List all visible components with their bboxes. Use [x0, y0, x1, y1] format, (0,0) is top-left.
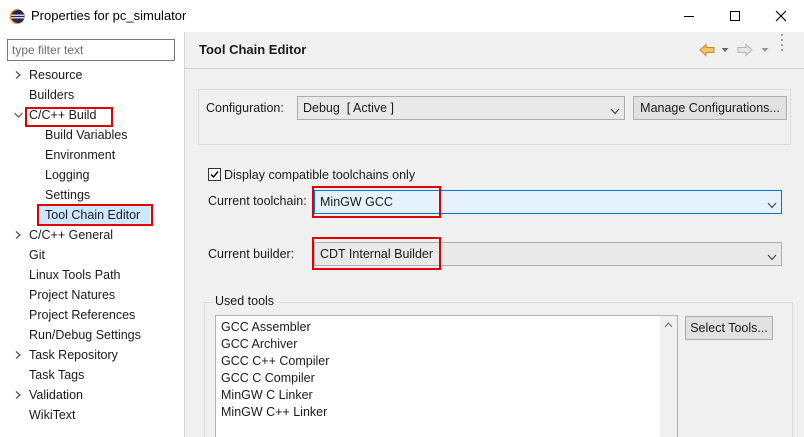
chevron-down-icon[interactable] [13, 105, 23, 125]
minimize-icon [684, 16, 694, 17]
tree-item-label: Settings [45, 188, 91, 202]
list-item[interactable]: MinGW C Linker [221, 388, 313, 402]
used-tools-list[interactable]: GCC Assembler GCC Archiver GCC C++ Compi… [215, 315, 678, 437]
tree-item-label: Project Natures [29, 288, 116, 302]
list-item[interactable]: GCC C++ Compiler [221, 354, 329, 368]
tree-item-label: Task Repository [29, 348, 118, 362]
chevron-down-icon [767, 198, 777, 212]
list-item[interactable]: GCC Assembler [221, 320, 311, 334]
maximize-button[interactable] [712, 0, 758, 32]
tree-item-project-references[interactable]: Project References [0, 305, 184, 325]
property-page-navigator: Resource Builders C/C++ Build Build Vari… [0, 32, 184, 437]
tree-item-cpp-general[interactable]: C/C++ General [0, 225, 184, 245]
chevron-right-icon[interactable] [13, 385, 23, 405]
tree-item-label: Build Variables [45, 128, 128, 142]
forward-menu-button[interactable] [761, 41, 769, 59]
used-tools-label: Used tools [212, 294, 278, 308]
chevron-right-icon[interactable] [13, 345, 23, 365]
tree-item-wikitext[interactable]: WikiText [0, 405, 184, 425]
configuration-value: Debug [ Active ] [303, 101, 395, 115]
scroll-up-icon [664, 322, 673, 328]
minimize-button[interactable] [666, 0, 712, 32]
tree-item-label: Resource [29, 68, 83, 82]
tree-item-build-variables[interactable]: Build Variables [0, 125, 184, 145]
header-separator [185, 68, 804, 69]
forward-arrow-icon [737, 43, 753, 57]
tree-item-git[interactable]: Git [0, 245, 184, 265]
chevron-right-icon[interactable] [13, 65, 23, 85]
tree-item-run-debug-settings[interactable]: Run/Debug Settings [0, 325, 184, 345]
tree-item-label: Task Tags [29, 368, 85, 382]
chevron-down-icon [610, 104, 620, 118]
manage-configurations-button[interactable]: Manage Configurations... [633, 96, 787, 120]
tree-item-label: Run/Debug Settings [29, 328, 141, 342]
tree-item-label: Environment [45, 148, 116, 162]
back-button[interactable] [699, 41, 715, 59]
page-title: Tool Chain Editor [199, 42, 307, 57]
eclipse-icon [9, 8, 25, 25]
page-header: Tool Chain Editor [185, 32, 804, 68]
chevron-down-icon [767, 250, 777, 264]
tree-item-settings[interactable]: Settings [0, 185, 184, 205]
tree-item-label: WikiText [29, 408, 76, 422]
display-compatible-checkbox[interactable] [208, 168, 221, 181]
title-bar: Properties for pc_simulator [0, 0, 804, 32]
current-toolchain-label: Current toolchain: [208, 194, 307, 208]
annotation-box-toolchain [312, 186, 441, 218]
forward-button[interactable] [737, 41, 753, 59]
list-item[interactable]: MinGW C++ Linker [221, 405, 327, 419]
list-item[interactable]: GCC C Compiler [221, 371, 315, 385]
tree-item-validation[interactable]: Validation [0, 385, 184, 405]
tree-item-label: Logging [45, 168, 90, 182]
annotation-box-cpp-build [25, 107, 113, 127]
tree-item-linux-tools-path[interactable]: Linux Tools Path [0, 265, 184, 285]
window-title: Properties for pc_simulator [31, 8, 187, 23]
tree-item-task-repository[interactable]: Task Repository [0, 345, 184, 365]
tree-item-task-tags[interactable]: Task Tags [0, 365, 184, 385]
configuration-label: Configuration: [206, 101, 284, 115]
tree-item-resource[interactable]: Resource [0, 65, 184, 85]
property-page: Tool Chain Editor Configuration: Debug [… [185, 32, 804, 437]
tree-item-logging[interactable]: Logging [0, 165, 184, 185]
tree-item-label: Builders [29, 88, 75, 102]
chevron-down-icon [721, 48, 729, 52]
tree-item-label: Linux Tools Path [29, 268, 121, 282]
configuration-combo[interactable]: Debug [ Active ] [297, 96, 625, 120]
tree-item-label: Project References [29, 308, 136, 322]
list-scrollbar[interactable] [660, 316, 677, 437]
annotation-box-tool-chain-editor [37, 204, 153, 226]
tree-item-label: Git [29, 248, 45, 262]
more-vertical-icon [781, 34, 783, 51]
back-menu-button[interactable] [721, 41, 729, 59]
list-item[interactable]: GCC Archiver [221, 337, 297, 351]
checkmark-icon [210, 171, 219, 179]
maximize-icon [730, 11, 740, 21]
annotation-box-builder [312, 237, 441, 270]
tree-item-builders[interactable]: Builders [0, 85, 184, 105]
close-button[interactable] [758, 0, 804, 32]
display-compatible-label[interactable]: Display compatible toolchains only [224, 168, 415, 182]
chevron-right-icon[interactable] [13, 225, 23, 245]
tree-item-label: C/C++ General [29, 228, 114, 242]
back-arrow-icon [699, 43, 715, 57]
more-options-button[interactable] [780, 34, 784, 54]
close-icon [775, 10, 787, 22]
chevron-down-icon [761, 48, 769, 52]
filter-input[interactable] [7, 39, 175, 61]
tree-item-environment[interactable]: Environment [0, 145, 184, 165]
select-tools-button[interactable]: Select Tools... [685, 316, 773, 340]
tree-item-label: Validation [29, 388, 83, 402]
tree-item-project-natures[interactable]: Project Natures [0, 285, 184, 305]
current-builder-label: Current builder: [208, 247, 295, 261]
